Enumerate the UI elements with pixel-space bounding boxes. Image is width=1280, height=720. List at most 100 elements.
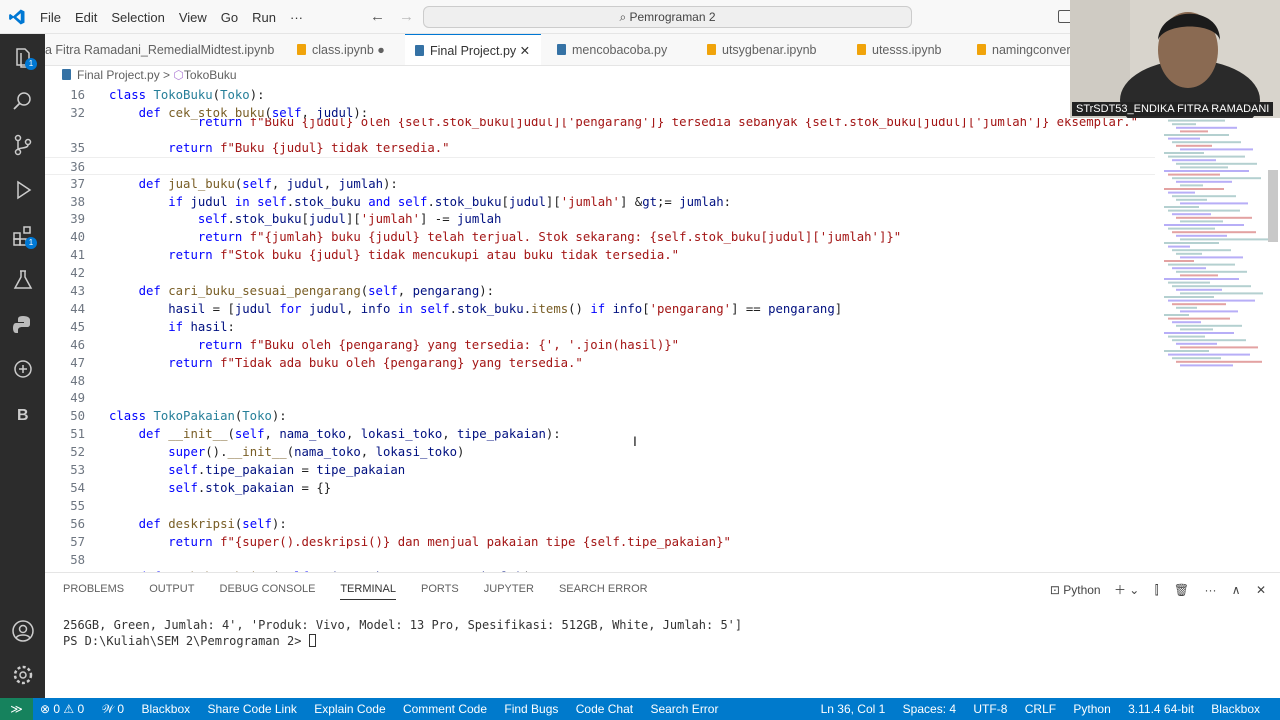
breadcrumb-file[interactable]: Final Project.py [77, 68, 160, 82]
code-line[interactable]: 43 def cari_buku_sesuai_pengarang(self, … [45, 282, 1155, 300]
tab-ports[interactable]: PORTS [421, 583, 459, 595]
minimap-line [1164, 206, 1199, 208]
tab-remedial-midtest[interactable]: a Fitra Ramadani_RemedialMidtest.ipynb [45, 34, 274, 65]
code-line[interactable]: 56 def deskripsi(self): [45, 515, 1155, 533]
activity-bar: 1 1 B [0, 34, 45, 698]
minimap-line [1180, 238, 1268, 241]
code-line[interactable]: 36 [45, 156, 1155, 175]
tab-class[interactable]: class.ipynb ● [297, 34, 405, 65]
code-line[interactable]: 55 [45, 497, 1155, 515]
editor-scrollbar[interactable] [1268, 170, 1278, 242]
code-line[interactable]: 40 return f"{jumlah} buku {judul} telah … [45, 228, 1155, 246]
code-line[interactable]: 50 class TokoPakaian(Toko): [45, 407, 1155, 425]
code-line[interactable]: 48 [45, 372, 1155, 390]
status-share-code-link[interactable]: Share Code Link [208, 702, 297, 716]
run-debug-icon[interactable] [11, 178, 35, 202]
command-center-search[interactable]: ⌕ Pemrograman 2 [423, 6, 912, 28]
testing-flask-icon[interactable] [11, 268, 35, 292]
search-icon[interactable] [11, 89, 35, 113]
code-line[interactable]: 52 super().__init__(nama_toko, lokasi_to… [45, 443, 1155, 461]
status-cursor-position[interactable]: Ln 36, Col 1 [821, 702, 886, 716]
remote-explorer-icon[interactable] [11, 357, 35, 381]
explorer-badge: 1 [25, 58, 37, 70]
code-line[interactable]: 53 self.tipe_pakaian = tipe_pakaian [45, 461, 1155, 479]
menu-run[interactable]: Run [252, 10, 276, 25]
source-control-icon[interactable] [11, 133, 35, 157]
code-line[interactable]: 35 return f"Buku {judul} tidak tersedia.… [45, 139, 1155, 157]
status-blackbox[interactable]: Blackbox [141, 702, 190, 716]
code-line[interactable]: 49 [45, 389, 1155, 407]
line-number: 48 [70, 373, 85, 388]
trash-icon[interactable]: 🗑 [1174, 583, 1189, 597]
minimap-line [1180, 166, 1228, 169]
minimap[interactable] [1160, 86, 1268, 376]
code-line[interactable]: 38 if judul in self.stok_buku and self.s… [45, 193, 1155, 211]
code-line[interactable]: 41 return f"Stok buku {judul} tidak menc… [45, 246, 1155, 264]
code-line[interactable]: 45 if hasil: [45, 318, 1155, 336]
menu-view[interactable]: View [179, 10, 207, 25]
settings-gear-icon[interactable] [11, 663, 35, 687]
minimap-line [1172, 159, 1216, 162]
code-line[interactable]: 42 [45, 264, 1155, 282]
code-text: self.stok_pakaian = {} [168, 480, 332, 495]
status-encoding[interactable]: UTF-8 [973, 702, 1007, 716]
minimap-line [1164, 134, 1229, 136]
code-line[interactable]: 16 class TokoBuku(Toko): [45, 86, 1155, 104]
tab-terminal[interactable]: TERMINAL [340, 583, 396, 600]
tab-label: class.ipynb ● [312, 43, 385, 57]
close-panel-icon[interactable]: ✕ [1256, 583, 1266, 597]
status-interpreter[interactable]: 3.11.4 64-bit [1128, 702, 1194, 716]
code-line[interactable]: 46 return f"Buku oleh {pengarang} yang t… [45, 336, 1155, 354]
menu-go[interactable]: Go [221, 10, 238, 25]
more-actions-icon[interactable]: ··· [1204, 583, 1216, 597]
line-number: 47 [70, 355, 85, 370]
forward-arrow-icon[interactable]: → [399, 8, 414, 25]
status-search-error[interactable]: Search Error [650, 702, 718, 716]
status-explain-code[interactable]: Explain Code [314, 702, 385, 716]
tab-debug-console[interactable]: DEBUG CONSOLE [220, 583, 316, 595]
tab-utesss[interactable]: utesss.ipynb [857, 34, 967, 65]
code-line[interactable]: 44 hasil = [judul for judul, info in sel… [45, 300, 1155, 318]
status-indentation[interactable]: Spaces: 4 [903, 702, 956, 716]
menu-file[interactable]: File [40, 10, 61, 25]
back-arrow-icon[interactable]: ← [370, 8, 385, 25]
tab-output[interactable]: OUTPUT [149, 583, 194, 595]
code-editor[interactable]: 16 class TokoBuku(Toko): 32 def cek_stok_b… [45, 86, 1155, 572]
code-line[interactable]: 51 def __init__(self, nama_toko, lokasi_… [45, 425, 1155, 443]
status-problems[interactable]: ⊗ 0 ⚠ 0 [40, 702, 84, 716]
code-line[interactable]: 54 self.stok_pakaian = {} [45, 479, 1155, 497]
account-icon[interactable] [11, 619, 35, 643]
code-line[interactable]: 39 self.stok_buku[judul]['jumlah'] -= ju… [45, 210, 1155, 228]
split-terminal-icon[interactable]: ⫿ [1155, 583, 1159, 597]
tab-problems[interactable]: PROBLEMS [63, 583, 124, 595]
menu-edit[interactable]: Edit [75, 10, 97, 25]
code-line[interactable]: 57 return f"{super().deskripsi()} dan me… [45, 533, 1155, 551]
tab-final-project[interactable]: Final Project.py ✕ [405, 34, 541, 65]
blackbox-icon[interactable]: B [11, 402, 35, 426]
breadcrumb-symbol[interactable]: TokoBuku [184, 68, 237, 82]
python-icon[interactable] [11, 313, 35, 337]
code-line[interactable]: 37 def jual_buku(self, judul, jumlah): [45, 175, 1155, 193]
status-comment-code[interactable]: Comment Code [403, 702, 487, 716]
code-line[interactable]: 58 [45, 551, 1155, 569]
code-line[interactable]: 47 return f"Tidak ada buku oleh {pengara… [45, 354, 1155, 372]
menu-selection[interactable]: Selection [111, 10, 164, 25]
remote-indicator-icon[interactable]: ≫ [0, 698, 33, 720]
tab-mencobacoba[interactable]: mencobacoba.py [557, 34, 687, 65]
terminal-output[interactable]: 256GB, Green, Jumlah: 4', 'Produk: Vivo,… [63, 617, 742, 649]
terminal-shell-label[interactable]: Python [1063, 583, 1100, 597]
new-terminal-plus-icon[interactable]: ＋ ⌄ [1114, 583, 1139, 597]
status-find-bugs[interactable]: Find Bugs [504, 702, 558, 716]
tab-search-error[interactable]: SEARCH ERROR [559, 583, 648, 595]
menu-more[interactable]: ··· [290, 10, 303, 25]
status-blackbox-right[interactable]: Blackbox [1211, 702, 1260, 716]
status-eol[interactable]: CRLF [1025, 702, 1056, 716]
tab-utsygbenar[interactable]: utsygbenar.ipynb [707, 34, 835, 65]
status-ports[interactable]: 𝒲 0 [102, 702, 125, 716]
status-language[interactable]: Python [1073, 702, 1110, 716]
status-code-chat[interactable]: Code Chat [576, 702, 633, 716]
code-text: class TokoBuku(Toko): [109, 88, 265, 102]
minimap-line [1168, 155, 1245, 158]
tab-jupyter[interactable]: JUPYTER [484, 583, 534, 595]
maximize-panel-icon[interactable]: ∧ [1232, 583, 1241, 597]
